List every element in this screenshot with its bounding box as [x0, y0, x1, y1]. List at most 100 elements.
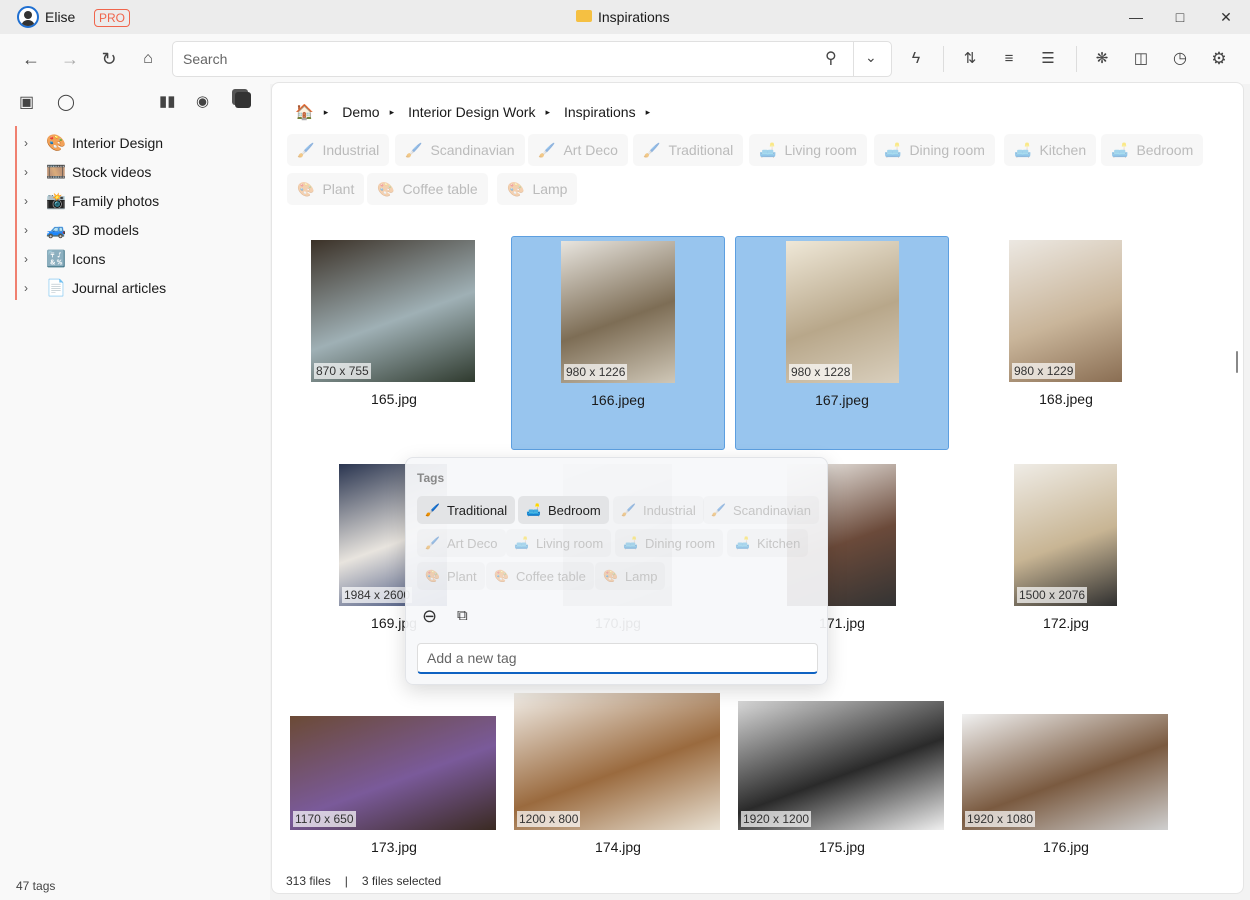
popup-tag[interactable]: 🛋️ Kitchen: [727, 529, 808, 557]
forward-icon[interactable]: →: [57, 46, 83, 72]
close-button[interactable]: ✕: [1214, 5, 1238, 29]
new-tag-input[interactable]: Add a new tag: [417, 643, 818, 674]
popup-tag[interactable]: 🖌️ Industrial: [613, 496, 704, 524]
thumbnail-image[interactable]: 980 x 1229: [1009, 240, 1122, 382]
filter-tag-label: Dining room: [909, 142, 985, 158]
file-card[interactable]: 1920 x 1200 175.jpg: [735, 684, 949, 898]
filter-tag[interactable]: 🖌️ Traditional: [633, 134, 744, 166]
refresh-icon[interactable]: ↻: [96, 46, 122, 72]
file-card[interactable]: 870 x 755 165.jpg: [287, 236, 501, 450]
scrollbar[interactable]: [1236, 351, 1238, 373]
chevron-down-icon[interactable]: ⌄: [865, 49, 877, 66]
sidebar-item[interactable]: › 📄 Journal articles: [24, 273, 264, 302]
popup-tag[interactable]: 🖌️ Traditional: [417, 496, 516, 524]
back-icon[interactable]: ←: [18, 46, 44, 72]
sidebar-item[interactable]: › 🎨 Interior Design: [24, 128, 264, 157]
filter-tag[interactable]: 🖌️ Art Deco: [528, 134, 628, 166]
popup-tag[interactable]: 🎨 Plant: [417, 562, 485, 590]
popup-tag[interactable]: 🛋️ Living room: [506, 529, 611, 557]
file-name: 173.jpg: [371, 839, 417, 855]
chevron-right-icon[interactable]: ›: [24, 194, 38, 208]
folder-icon: [576, 10, 592, 22]
thumbnail-image[interactable]: 980 x 1228: [786, 241, 899, 383]
file-card[interactable]: 1200 x 800 174.jpg: [511, 684, 725, 898]
tag-emoji-icon: 🖌️: [425, 503, 440, 517]
file-card[interactable]: 980 x 1226 166.jpeg: [511, 236, 725, 450]
archive-icon[interactable]: ▣: [19, 92, 34, 112]
history-icon[interactable]: ◷: [1167, 46, 1193, 72]
filter-tag[interactable]: 🛋️ Living room: [749, 134, 867, 166]
search-icon[interactable]: ⚲: [825, 48, 837, 68]
thumbnail-image[interactable]: 1500 x 2076: [1014, 464, 1117, 606]
filter-tag[interactable]: 🖌️ Scandinavian: [395, 134, 525, 166]
breadcrumb-item[interactable]: Inspirations: [564, 104, 636, 120]
popup-tag[interactable]: 🎨 Lamp: [595, 562, 665, 590]
chevron-right-icon[interactable]: ›: [24, 165, 38, 179]
stack-icon[interactable]: [235, 92, 251, 108]
minimize-button[interactable]: —: [1124, 5, 1148, 29]
lightning-icon[interactable]: ϟ: [903, 46, 929, 72]
chevron-right-icon[interactable]: ›: [24, 136, 38, 150]
eye-icon[interactable]: ◉: [196, 92, 209, 110]
breadcrumb-item[interactable]: Interior Design Work: [408, 104, 535, 120]
sort-icon[interactable]: ⇅: [957, 46, 983, 72]
popup-tag[interactable]: 🛋️ Bedroom: [518, 496, 609, 524]
search-input[interactable]: Search ⚲ ⌄: [172, 41, 892, 77]
sidebar-item[interactable]: › 🚙 3D models: [24, 215, 264, 244]
chevron-right-icon[interactable]: ›: [24, 252, 38, 266]
pro-badge[interactable]: PRO: [94, 9, 131, 27]
popup-tag[interactable]: 🖌️ Art Deco: [417, 529, 506, 557]
filter-tag[interactable]: 🛋️ Kitchen: [1004, 134, 1097, 166]
popup-tag-label: Dining room: [644, 535, 716, 551]
sidebar-item-label: Journal articles: [72, 279, 167, 296]
home-icon[interactable]: ⌂: [135, 46, 161, 72]
avatar-icon[interactable]: [17, 6, 39, 28]
list-icon[interactable]: ≡: [996, 46, 1022, 72]
filter-tag[interactable]: 🎨 Plant: [287, 173, 365, 205]
filter-tag[interactable]: 🛋️ Dining room: [874, 134, 995, 166]
thumbnail-image[interactable]: 980 x 1226: [561, 241, 675, 383]
chevron-right-icon[interactable]: ›: [24, 281, 38, 295]
popup-tag[interactable]: 🖌️ Scandinavian: [703, 496, 819, 524]
sidebar: ▣ ◯ ▮▮ ◉ › 🎨 Interior Design › 🎞️ Stock video…: [0, 84, 270, 900]
user-name[interactable]: Elise: [45, 9, 75, 25]
breadcrumb-separator-icon: ▸: [389, 106, 395, 117]
remove-icon[interactable]: ⊖: [422, 606, 437, 627]
gear-icon[interactable]: ⚙: [1206, 46, 1232, 72]
tag-emoji-icon: 🖌️: [621, 503, 636, 517]
popup-tag[interactable]: 🎨 Coffee table: [486, 562, 594, 590]
home-icon[interactable]: 🏠: [295, 103, 314, 121]
file-card[interactable]: 1500 x 2076 172.jpg: [959, 460, 1173, 674]
sidebar-item[interactable]: › 🎞️ Stock videos: [24, 157, 264, 186]
popup-tag[interactable]: 🛋️ Dining room: [615, 529, 723, 557]
maximize-button[interactable]: □: [1168, 5, 1192, 29]
thumbnail-image[interactable]: 1920 x 1080: [962, 714, 1168, 830]
filter-tag[interactable]: 🛋️ Bedroom: [1101, 134, 1204, 166]
image-dimensions: 1920 x 1200: [741, 811, 812, 827]
file-card[interactable]: 980 x 1229 168.jpeg: [959, 236, 1173, 450]
divider: [1076, 46, 1077, 72]
graph-icon[interactable]: ❋: [1089, 46, 1115, 72]
file-card[interactable]: 980 x 1228 167.jpeg: [735, 236, 949, 450]
file-card[interactable]: 1170 x 650 173.jpg: [287, 684, 501, 898]
thumbnail-image[interactable]: 870 x 755: [311, 240, 475, 382]
file-card[interactable]: 1920 x 1080 176.jpg: [959, 684, 1173, 898]
tag-emoji-icon: 🛋️: [884, 141, 902, 158]
breadcrumb-item[interactable]: Demo: [342, 104, 379, 120]
filter-tag[interactable]: 🎨 Lamp: [497, 173, 578, 205]
sidebar-item[interactable]: › 📸 Family photos: [24, 186, 264, 215]
filter-tag[interactable]: 🎨 Coffee table: [367, 173, 488, 205]
copy-icon[interactable]: ⧉: [457, 607, 468, 624]
filter-tag-label: Scandinavian: [430, 142, 515, 158]
thumbnail-image[interactable]: 1170 x 650: [290, 716, 496, 830]
chevron-right-icon[interactable]: ›: [24, 223, 38, 237]
tag-emoji-icon: 🖌️: [425, 536, 440, 550]
filter-tag[interactable]: 🖌️ Industrial: [287, 134, 390, 166]
sidebar-item[interactable]: › 🔣 Icons: [24, 244, 264, 273]
columns-icon[interactable]: ▮▮: [159, 92, 176, 110]
align-icon[interactable]: ☰: [1035, 46, 1061, 72]
thumbnail-image[interactable]: 1200 x 800: [514, 693, 720, 830]
panel-icon[interactable]: ◫: [1128, 46, 1154, 72]
thumbnail-image[interactable]: 1920 x 1200: [738, 701, 944, 830]
tag-icon[interactable]: ◯: [57, 92, 75, 112]
